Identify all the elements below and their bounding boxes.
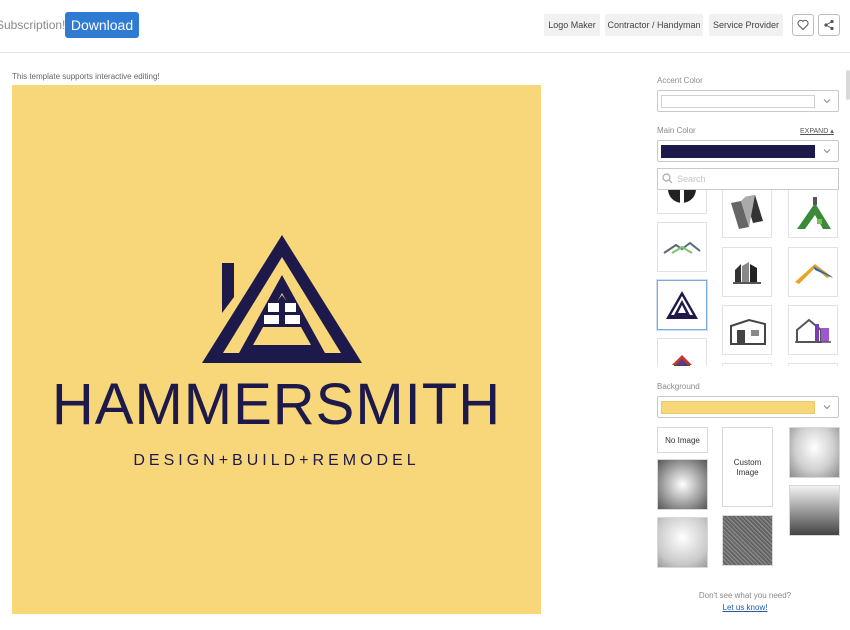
icon-options-grid	[652, 190, 850, 366]
background-color-swatch	[661, 401, 815, 414]
icon-option-small-house[interactable]	[657, 338, 707, 366]
triangle-house-icon	[666, 291, 698, 319]
tag-contractor-handyman[interactable]: Contractor / Handyman	[605, 14, 703, 36]
subscription-link[interactable]: Subscription!	[0, 18, 65, 32]
let-us-know-link[interactable]: Let us know!	[650, 603, 840, 612]
icon-option-triangle-house[interactable]	[657, 280, 707, 330]
bg-option-noise[interactable]	[722, 515, 773, 566]
bg-option-vertical-gradient[interactable]	[789, 485, 840, 536]
blue-orange-roof-icon	[795, 264, 833, 284]
roof-line-icon	[663, 241, 701, 254]
house-logo-icon	[202, 235, 362, 363]
icon-option-steel-beam[interactable]	[722, 190, 772, 238]
modern-house-icon	[730, 318, 766, 345]
icon-search-box[interactable]	[657, 168, 839, 190]
chevron-down-icon	[823, 99, 831, 104]
icon-option-bw-circle[interactable]	[657, 190, 707, 214]
icon-option-green-roof[interactable]	[788, 190, 838, 238]
no-image-label: No Image	[665, 436, 700, 445]
icon-option-gray-buildings[interactable]	[722, 247, 772, 297]
search-icon	[662, 173, 673, 184]
background-color-select[interactable]	[657, 396, 839, 418]
scrollbar[interactable]	[846, 70, 850, 100]
help-text: Don't see what you need?	[698, 591, 792, 600]
custom-image-label: Custom Image	[733, 458, 762, 477]
expand-link[interactable]: EXPAND ▴	[800, 127, 834, 135]
logo-canvas[interactable]: HAMMERSMITH DESIGN+BUILD+REMODEL	[12, 85, 541, 614]
favorite-button[interactable]	[792, 14, 814, 36]
no-image-option[interactable]: No Image	[657, 427, 708, 453]
chevron-down-icon	[823, 149, 831, 154]
icon-option-hidden[interactable]	[788, 363, 838, 366]
main-color-label: Main Color	[657, 126, 696, 135]
gray-buildings-icon	[733, 262, 761, 284]
bg-option-spotlight[interactable]	[657, 459, 708, 510]
chevron-down-icon	[823, 405, 831, 410]
logo-brand-name: HAMMERSMITH	[51, 372, 502, 437]
icon-option-roof-line[interactable]	[657, 222, 707, 272]
share-button[interactable]	[818, 14, 840, 36]
accent-color-label: Accent Color	[657, 76, 703, 85]
steel-beam-icon	[731, 195, 763, 229]
icon-option-hidden[interactable]	[722, 363, 772, 366]
top-bar: Subscription! Download Logo Maker Contra…	[0, 0, 850, 53]
tag-logo-maker[interactable]: Logo Maker	[544, 14, 600, 36]
custom-image-option[interactable]: Custom Image	[722, 427, 773, 507]
search-input[interactable]	[675, 172, 835, 186]
main-color-swatch	[661, 145, 815, 158]
accent-color-select[interactable]	[657, 90, 839, 112]
small-house-icon	[672, 355, 692, 366]
bg-option-light-radial[interactable]	[789, 427, 840, 478]
icon-option-modern-house[interactable]	[722, 305, 772, 355]
download-button[interactable]: Download	[65, 12, 139, 38]
purple-house-icon	[795, 318, 831, 343]
editing-note: This template supports interactive editi…	[12, 72, 160, 81]
main-color-select[interactable]	[657, 140, 839, 162]
green-roof-icon	[797, 197, 831, 229]
background-label: Background	[657, 382, 700, 391]
icon-option-purple-house[interactable]	[788, 305, 838, 355]
share-icon	[824, 19, 834, 31]
logo-tagline: DESIGN+BUILD+REMODEL	[133, 452, 420, 469]
icon-option-blue-orange-roof[interactable]	[788, 247, 838, 297]
accent-color-swatch	[661, 95, 815, 108]
bg-option-soft-radial[interactable]	[657, 517, 708, 568]
expand-label: EXPAND	[800, 128, 829, 135]
bw-circle-icon	[668, 190, 696, 203]
heart-icon	[797, 19, 809, 31]
tag-service-provider[interactable]: Service Provider	[709, 14, 783, 36]
